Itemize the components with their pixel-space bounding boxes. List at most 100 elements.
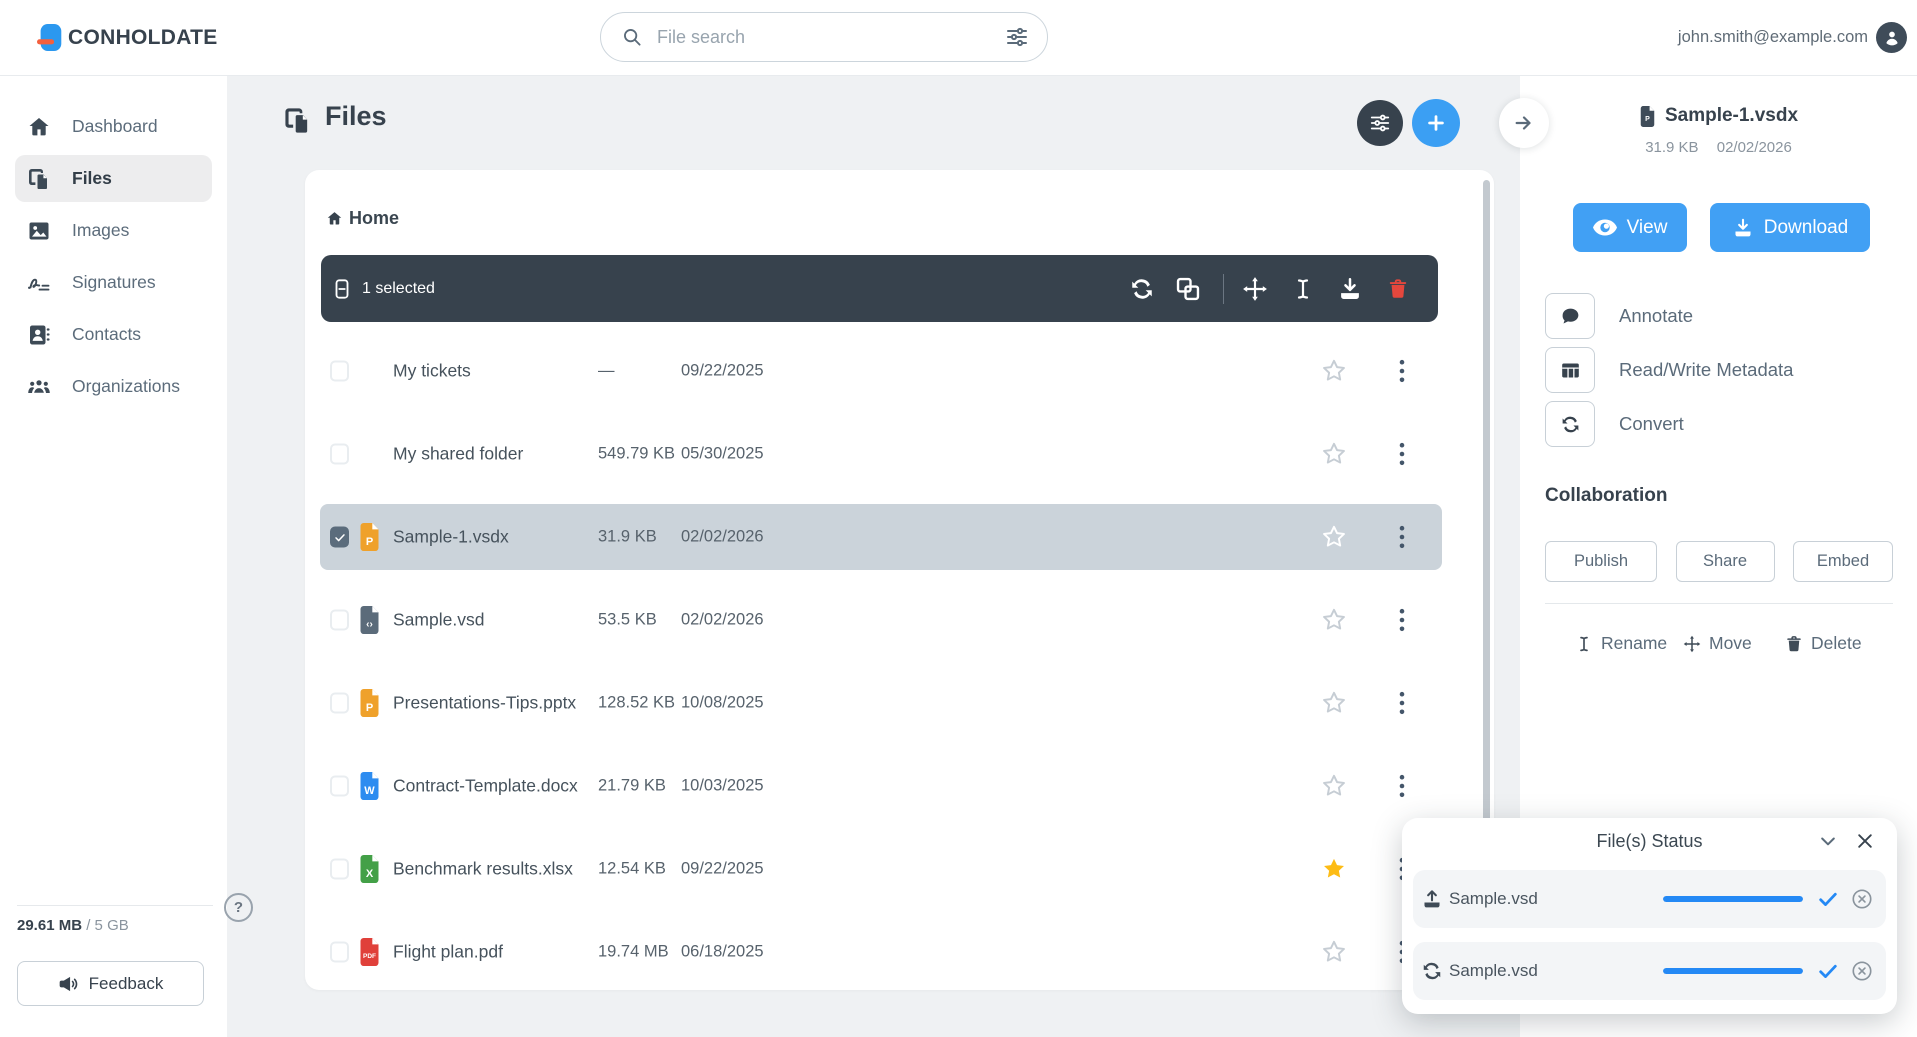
delete-action[interactable]: Delete: [1785, 633, 1862, 654]
file-name[interactable]: Contract-Template.docx: [393, 776, 578, 797]
preview-eye-icon[interactable]: [1120, 860, 1147, 879]
folder-row[interactable]: My shared folder 549.79 KB 05/30/2025: [320, 421, 1442, 487]
document-check-icon[interactable]: [1188, 691, 1213, 716]
processing-clock-icon[interactable]: [1188, 940, 1213, 965]
share-button[interactable]: Share: [1675, 541, 1775, 582]
sidebar-item-dashboard[interactable]: Dashboard: [15, 103, 212, 150]
embed-button[interactable]: Embed: [1793, 541, 1893, 582]
folder-row[interactable]: My tickets — 09/22/2025: [320, 338, 1442, 404]
share-icon[interactable]: [1259, 360, 1281, 382]
preview-eye-icon[interactable]: [1120, 943, 1147, 962]
file-name[interactable]: My shared folder: [393, 444, 523, 465]
copy-selected-button[interactable]: [1175, 276, 1201, 302]
tool-icon-button[interactable]: [1545, 293, 1595, 339]
preview-eye-icon[interactable]: [1120, 694, 1147, 713]
move-selected-button[interactable]: [1242, 276, 1268, 302]
more-options-icon[interactable]: [1397, 525, 1407, 549]
row-checkbox[interactable]: [330, 526, 349, 548]
deselect-all-checkbox[interactable]: [331, 275, 353, 303]
file-row[interactable]: P Presentations-Tips.pptx 128.52 KB 10/08/2…: [320, 670, 1442, 736]
tool-icon-button[interactable]: [1545, 347, 1595, 393]
more-options-icon[interactable]: [1397, 608, 1407, 632]
feedback-button[interactable]: Feedback: [17, 961, 204, 1006]
breadcrumb-home[interactable]: Home: [326, 208, 399, 229]
share-icon[interactable]: [1259, 941, 1281, 963]
close-icon[interactable]: [1855, 831, 1875, 851]
more-options-icon[interactable]: [1397, 442, 1407, 466]
share-icon[interactable]: [1259, 692, 1281, 714]
share-icon[interactable]: [1259, 609, 1281, 631]
convert-selected-button[interactable]: [1129, 276, 1155, 302]
move-action[interactable]: Move: [1683, 633, 1752, 654]
row-checkbox[interactable]: [330, 609, 349, 631]
share-icon[interactable]: [1259, 775, 1281, 797]
file-search-input[interactable]: [655, 25, 993, 49]
row-checkbox[interactable]: [330, 692, 349, 714]
file-row[interactable]: W Contract-Template.docx 21.79 KB 10/03/202…: [320, 753, 1442, 819]
sidebar-item-signatures[interactable]: Signatures: [15, 259, 212, 306]
star-icon[interactable]: [1321, 358, 1347, 384]
sidebar-item-contacts[interactable]: Contacts: [15, 311, 212, 358]
row-checkbox[interactable]: [330, 775, 349, 797]
star-icon[interactable]: [1321, 441, 1347, 467]
share-icon[interactable]: [1259, 526, 1281, 548]
panel-tool-read-write-metadata[interactable]: Read/Write Metadata: [1545, 347, 1897, 393]
share-icon[interactable]: [1259, 443, 1281, 465]
cancel-circle-icon[interactable]: [1851, 888, 1873, 910]
sidebar-item-organizations[interactable]: Organizations: [15, 363, 212, 410]
file-name[interactable]: Sample-1.vsdx: [393, 527, 509, 548]
document-check-icon[interactable]: [1188, 525, 1213, 550]
user-avatar-icon[interactable]: [1876, 22, 1907, 53]
file-name[interactable]: Benchmark results.xlsx: [393, 859, 573, 880]
preview-eye-icon[interactable]: [1120, 611, 1147, 630]
more-options-icon[interactable]: [1397, 774, 1407, 798]
share-icon[interactable]: [1259, 858, 1281, 880]
file-name[interactable]: Presentations-Tips.pptx: [393, 693, 576, 714]
star-icon[interactable]: [1321, 773, 1347, 799]
row-checkbox[interactable]: [330, 941, 349, 963]
star-icon[interactable]: [1321, 939, 1347, 965]
download-button[interactable]: Download: [1710, 203, 1870, 252]
sidebar-item-files[interactable]: Files: [15, 155, 212, 202]
more-options-icon[interactable]: [1397, 691, 1407, 715]
image-icon: [27, 219, 51, 243]
file-row[interactable]: X Benchmark results.xlsx 12.54 KB 09/22/202…: [320, 836, 1442, 902]
preview-eye-icon[interactable]: [1120, 777, 1147, 796]
more-options-icon[interactable]: [1397, 359, 1407, 383]
file-name[interactable]: My tickets: [393, 361, 471, 382]
brand-logo[interactable]: CONHOLDATE: [37, 0, 218, 75]
row-checkbox[interactable]: [330, 443, 349, 465]
star-icon[interactable]: [1321, 856, 1347, 882]
star-icon[interactable]: [1321, 690, 1347, 716]
cancel-circle-icon[interactable]: [1851, 960, 1873, 982]
rename-selected-button[interactable]: [1291, 276, 1315, 302]
file-row[interactable]: P Sample-1.vsdx 31.9 KB 02/02/2026: [320, 504, 1442, 570]
file-name[interactable]: Sample.vsd: [393, 610, 484, 631]
panel-tool-convert[interactable]: Convert: [1545, 401, 1897, 447]
tool-icon-button[interactable]: [1545, 401, 1595, 447]
panel-tool-annotate[interactable]: Annotate: [1545, 293, 1897, 339]
help-button[interactable]: ?: [224, 893, 253, 922]
view-settings-button[interactable]: [1357, 100, 1403, 146]
collapse-panel-button[interactable]: [1499, 98, 1549, 148]
add-new-button[interactable]: [1412, 99, 1460, 147]
file-row[interactable]: PDF Flight plan.pdf 19.74 MB 06/18/2025: [320, 919, 1442, 985]
view-button[interactable]: View: [1573, 203, 1687, 252]
document-check-icon[interactable]: [1188, 608, 1213, 633]
row-checkbox[interactable]: [330, 360, 349, 382]
publish-button[interactable]: Publish: [1545, 541, 1657, 582]
download-selected-button[interactable]: [1337, 276, 1363, 302]
star-icon[interactable]: [1321, 607, 1347, 633]
star-icon[interactable]: [1321, 524, 1347, 550]
preview-eye-icon[interactable]: [1120, 528, 1147, 547]
document-check-icon[interactable]: [1188, 774, 1213, 799]
rename-action[interactable]: Rename: [1575, 633, 1667, 654]
document-check-icon[interactable]: [1188, 857, 1213, 882]
file-row[interactable]: ‹› Sample.vsd 53.5 KB 02/02/2026: [320, 587, 1442, 653]
file-name[interactable]: Flight plan.pdf: [393, 942, 503, 963]
search-filter-icon[interactable]: [1005, 25, 1029, 49]
row-checkbox[interactable]: [330, 858, 349, 880]
delete-selected-button[interactable]: [1387, 276, 1409, 302]
sidebar-item-images[interactable]: Images: [15, 207, 212, 254]
chevron-down-icon[interactable]: [1818, 831, 1838, 851]
